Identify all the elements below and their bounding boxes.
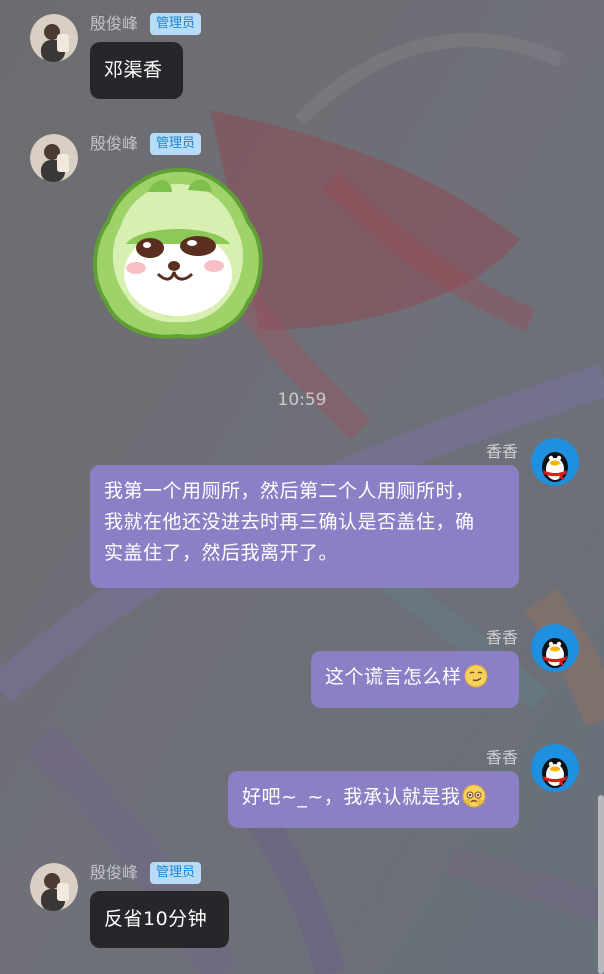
- message-line: 我就在他还没进去时再三确认是否盖住，确: [104, 511, 475, 533]
- admin-badge: 管理员: [150, 133, 202, 155]
- message-bubble[interactable]: 好吧~_~，我承认就是我: [228, 771, 519, 828]
- avatar-yin[interactable]: [30, 14, 78, 62]
- avatar-xiangxiang[interactable]: [531, 624, 579, 672]
- pleading-emoji: [462, 784, 486, 808]
- admin-badge: 管理员: [150, 862, 202, 884]
- sender-name: 香香: [485, 748, 518, 767]
- avatar-yin[interactable]: [30, 134, 78, 182]
- sender-name: 殷俊峰: [90, 134, 139, 153]
- avatar-xiangxiang[interactable]: [531, 744, 579, 792]
- smirk-emoji: [464, 664, 488, 688]
- message-text: 好吧~_~，我承认就是我: [242, 786, 461, 808]
- message-timestamp: 10:59: [277, 390, 327, 410]
- message-text: 这个谎言怎么样: [325, 666, 462, 688]
- scrollbar[interactable]: [598, 795, 604, 974]
- message-bubble[interactable]: 反省10分钟: [90, 891, 229, 948]
- message-line: 实盖住了，然后我离开了。: [104, 542, 339, 564]
- avatar-yin[interactable]: [30, 863, 78, 911]
- admin-badge: 管理员: [150, 13, 202, 35]
- message-bubble[interactable]: 我第一个用厕所，然后第二个人用厕所时， 我就在他还没进去时再三确认是否盖住，确 …: [90, 465, 519, 588]
- sender-name: 殷俊峰: [90, 14, 139, 33]
- message-bubble[interactable]: 这个谎言怎么样: [311, 651, 519, 708]
- message-bubble[interactable]: 邓渠香: [90, 42, 183, 99]
- message-line: 我第一个用厕所，然后第二个人用厕所时，: [104, 480, 475, 502]
- cabbage-dog-sticker[interactable]: [88, 162, 268, 342]
- avatar-xiangxiang[interactable]: [531, 438, 579, 486]
- chat-message-list[interactable]: 殷俊峰 管理员 邓渠香 殷俊峰 管理员 10:59 香香 我第一个用厕所，然后第…: [0, 0, 604, 974]
- sender-name: 香香: [485, 628, 518, 647]
- sender-name: 香香: [485, 442, 518, 461]
- sender-name: 殷俊峰: [90, 863, 139, 882]
